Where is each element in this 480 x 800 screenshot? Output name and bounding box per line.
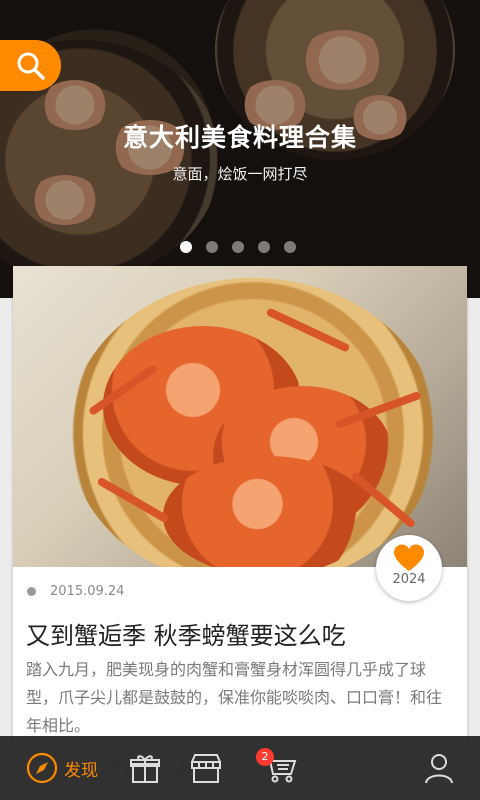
tab-profile[interactable] bbox=[423, 736, 455, 800]
bullet-icon bbox=[27, 587, 36, 596]
shop-icon bbox=[191, 754, 221, 783]
bottom-tabbar: 发现 2 bbox=[0, 736, 480, 800]
tab-discover[interactable]: 发现 bbox=[26, 736, 98, 800]
article-meta: 2015.09.24 bbox=[27, 584, 124, 599]
banner-title: 意大利美食料理合集 bbox=[122, 123, 357, 152]
search-icon bbox=[17, 52, 45, 80]
article-date: 2015.09.24 bbox=[50, 584, 125, 599]
tab-gift[interactable] bbox=[130, 736, 160, 800]
search-button[interactable] bbox=[0, 40, 61, 91]
hero-banner[interactable]: 意大利美食料理合集 意面，烩饭一网打尽 bbox=[0, 0, 480, 298]
tab-discover-label: 发现 bbox=[64, 760, 98, 781]
user-icon bbox=[425, 754, 453, 784]
compass-icon bbox=[26, 752, 58, 784]
tab-shop[interactable] bbox=[189, 736, 223, 800]
like-button[interactable]: 2024 bbox=[376, 535, 442, 601]
article-card[interactable]: 2024 2015.09.24 又到蟹逅季 秋季螃蟹要这么吃 踏入九月，肥美现身… bbox=[13, 266, 467, 746]
article-description: 踏入九月，肥美现身的肉蟹和膏蟹身材浑圆得几乎成了球型，爪子尖儿都是鼓鼓的，保准你… bbox=[26, 660, 443, 735]
crab-photo bbox=[13, 266, 467, 567]
like-count: 2024 bbox=[392, 572, 426, 587]
carousel-indicator bbox=[180, 241, 296, 253]
carousel-dot[interactable] bbox=[284, 241, 296, 253]
carousel-dot[interactable] bbox=[206, 241, 218, 253]
banner-subtitle: 意面，烩饭一网打尽 bbox=[172, 165, 308, 183]
heart-icon bbox=[394, 544, 424, 571]
tab-cart[interactable]: 2 bbox=[256, 736, 298, 800]
cart-count-badge: 2 bbox=[256, 748, 274, 766]
carousel-dot[interactable] bbox=[232, 241, 244, 253]
gift-icon bbox=[130, 755, 160, 783]
carousel-dot[interactable] bbox=[258, 241, 270, 253]
article-title[interactable]: 又到蟹逅季 秋季螃蟹要这么吃 bbox=[26, 616, 346, 651]
carousel-dot[interactable] bbox=[180, 241, 192, 253]
